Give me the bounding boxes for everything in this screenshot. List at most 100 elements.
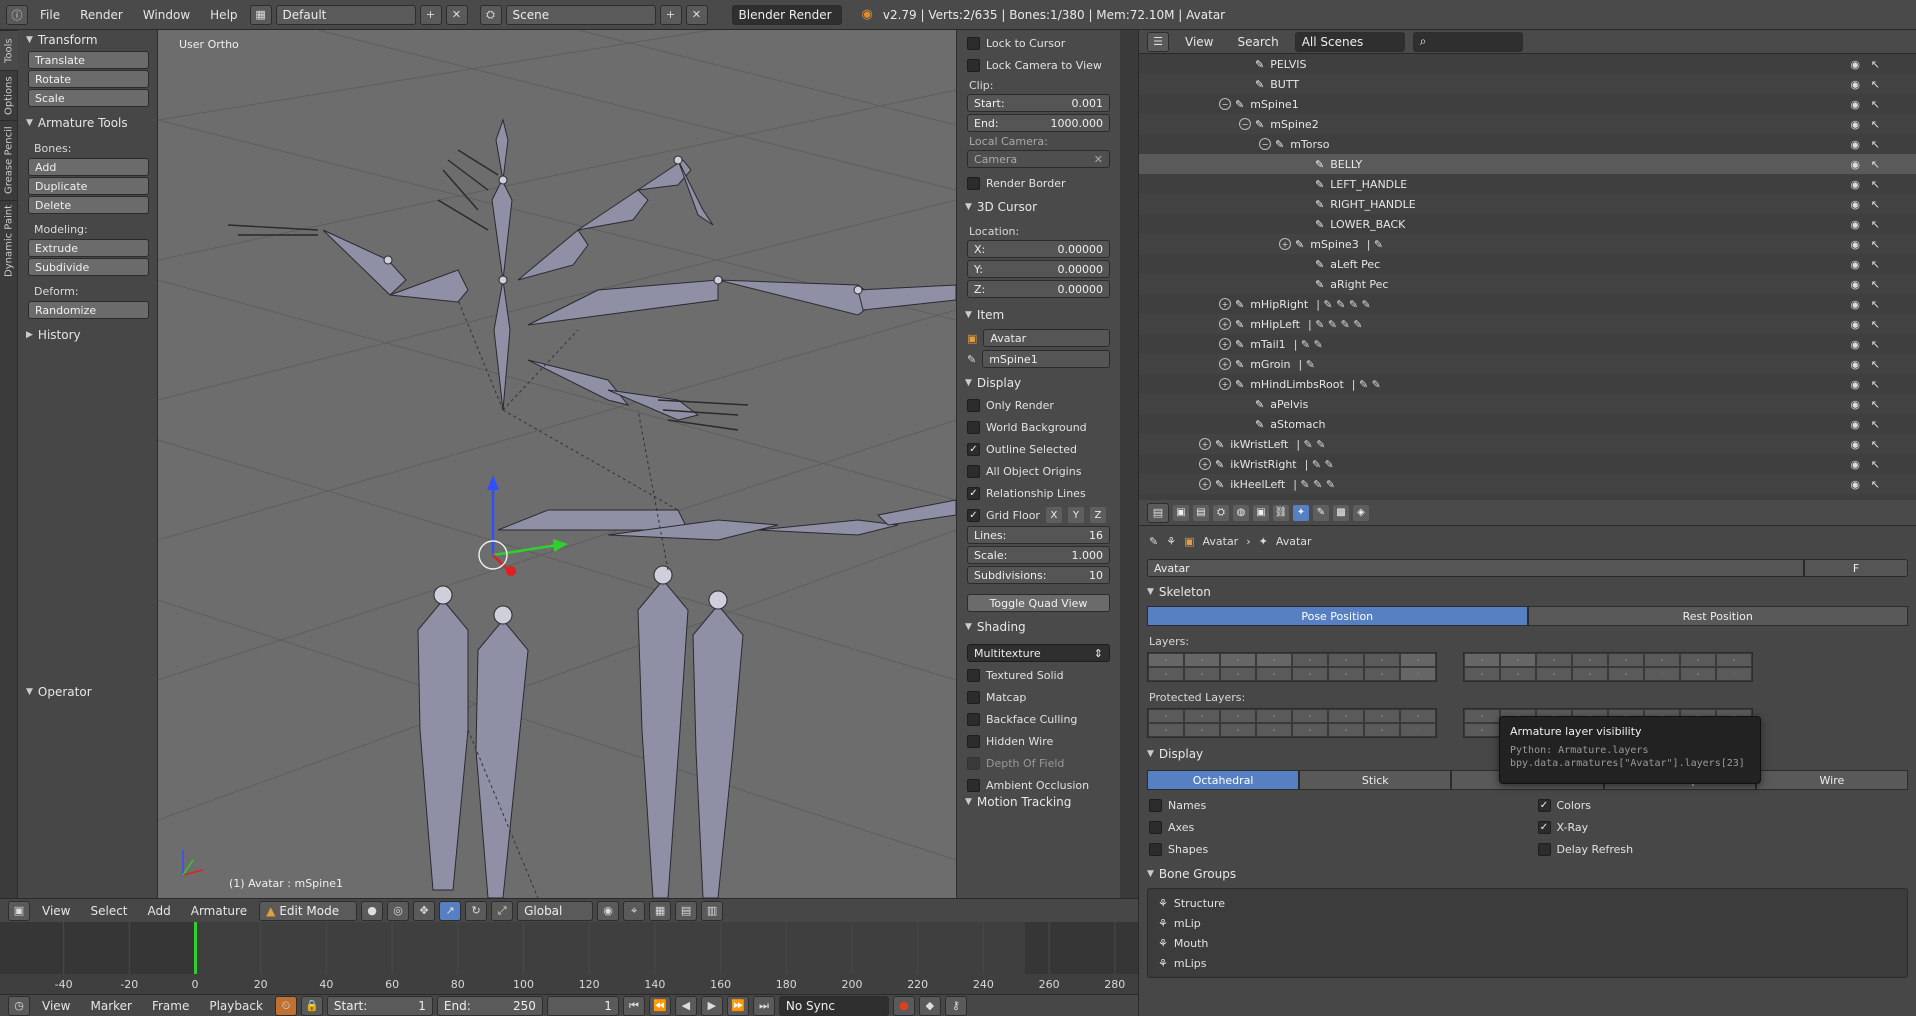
snap-icon[interactable]: ⌖: [623, 900, 646, 921]
subdivide-button[interactable]: Subdivide: [28, 258, 149, 276]
scene-tab-icon[interactable]: ⛭: [1213, 504, 1229, 521]
bone-groups-list[interactable]: ⚘ Structure ⚘ mLip ⚘ Mouth ⚘ mLips: [1147, 888, 1908, 978]
shapes-row[interactable]: Shapes: [1139, 838, 1528, 860]
names-checkbox[interactable]: [1149, 798, 1162, 812]
grid-subdiv-field[interactable]: Subdivisions: 10: [967, 566, 1110, 584]
visibility-eye-icon[interactable]: ◉: [1850, 298, 1860, 311]
shading-mode-select[interactable]: Multitexture ⇕: [967, 644, 1110, 662]
bone-tab-icon[interactable]: ✎: [1313, 504, 1329, 521]
selectability-arrow-icon[interactable]: ↖: [1871, 238, 1880, 251]
selectability-arrow-icon[interactable]: ↖: [1871, 298, 1880, 311]
selectability-arrow-icon[interactable]: ↖: [1871, 378, 1880, 391]
menu-frame[interactable]: Frame: [144, 997, 197, 1015]
expand-toggle-icon[interactable]: +: [1199, 458, 1211, 470]
key-icon[interactable]: ⚷: [944, 995, 967, 1016]
render-tab-icon[interactable]: ▣: [1173, 504, 1189, 521]
expand-toggle-icon[interactable]: +: [1279, 238, 1291, 250]
screen-layout-dropdown[interactable]: Default: [275, 4, 416, 25]
keying-set-icon[interactable]: ◆: [918, 995, 941, 1016]
selectability-arrow-icon[interactable]: ↖: [1871, 318, 1880, 331]
bone-group-item[interactable]: ⚘ Mouth: [1148, 933, 1907, 953]
clip-start-field[interactable]: Start: 0.001: [967, 94, 1110, 112]
timeline-ruler[interactable]: -40 -20 0 20 40 60 80 100 120 140 160 180 200 220 240 2…: [0, 922, 1138, 994]
selectability-arrow-icon[interactable]: ↖: [1871, 478, 1880, 491]
prev-keyframe-icon[interactable]: ⏪: [648, 995, 671, 1016]
outliner-row[interactable]: ✎ LEFT_HANDLE ◉ ↖: [1139, 174, 1916, 194]
only-render-checkbox[interactable]: [967, 398, 980, 412]
selectability-arrow-icon[interactable]: ↖: [1871, 278, 1880, 291]
selectability-arrow-icon[interactable]: ↖: [1871, 338, 1880, 351]
pivot-point-icon[interactable]: ◎: [387, 900, 410, 921]
expand-toggle-icon[interactable]: +: [1219, 338, 1231, 350]
outliner-row[interactable]: ✎ LOWER_BACK ◉ ↖: [1139, 214, 1916, 234]
ao-row[interactable]: Ambient Occlusion: [957, 774, 1120, 796]
all-origins-checkbox[interactable]: [967, 464, 980, 478]
lock-camera-checkbox[interactable]: [967, 58, 980, 72]
outliner-row[interactable]: + ✎ mGroin | ✎ ◉ ↖: [1139, 354, 1916, 374]
expand-toggle-icon[interactable]: +: [1219, 358, 1231, 370]
outliner-row[interactable]: ✎ BUTT ◉ ↖: [1139, 74, 1916, 94]
viewport-shading-icon[interactable]: ●: [361, 900, 384, 921]
outliner-row[interactable]: − ✎ mTorso ◉ ↖: [1139, 134, 1916, 154]
add-layout-icon[interactable]: +: [419, 4, 442, 25]
lock-camera-row[interactable]: Lock Camera to View: [957, 54, 1120, 76]
editor-type-icon[interactable]: ▣: [8, 900, 30, 921]
visibility-eye-icon[interactable]: ◉: [1850, 238, 1860, 251]
cursor-y-field[interactable]: Y: 0.00000: [967, 260, 1110, 278]
outliner-row[interactable]: + ✎ ikWristRight | ✎ ✎ ◉ ↖: [1139, 454, 1916, 474]
world-tab-icon[interactable]: ◍: [1233, 504, 1249, 521]
timeline-editor-icon[interactable]: ◷: [8, 995, 30, 1016]
record-icon[interactable]: ●: [892, 995, 915, 1016]
selectability-arrow-icon[interactable]: ↖: [1871, 438, 1880, 451]
expand-toggle-icon[interactable]: −: [1259, 138, 1271, 150]
rotate-button[interactable]: Rotate: [28, 70, 149, 88]
end-frame-field[interactable]: End: 250: [436, 995, 543, 1016]
visibility-eye-icon[interactable]: ◉: [1850, 258, 1860, 271]
randomize-button[interactable]: Randomize: [28, 301, 149, 319]
all-origins-row[interactable]: All Object Origins: [957, 460, 1120, 482]
visibility-eye-icon[interactable]: ◉: [1850, 138, 1860, 151]
visibility-eye-icon[interactable]: ◉: [1850, 398, 1860, 411]
local-camera-field[interactable]: Camera ✕: [967, 150, 1110, 168]
expand-toggle-icon[interactable]: +: [1219, 318, 1231, 330]
expand-toggle-icon[interactable]: +: [1219, 298, 1231, 310]
only-render-row[interactable]: Only Render: [957, 394, 1120, 416]
tab-options[interactable]: Options: [0, 70, 18, 120]
hidden-wire-checkbox[interactable]: [967, 734, 980, 748]
axes-row[interactable]: Axes: [1139, 816, 1528, 838]
expand-toggle-icon[interactable]: −: [1219, 98, 1231, 110]
translate-manipulator-icon[interactable]: ↗: [439, 900, 462, 921]
bone-groups-header[interactable]: ▼ Bone Groups: [1139, 862, 1916, 886]
lock-cursor-row[interactable]: Lock to Cursor: [957, 32, 1120, 54]
selectability-arrow-icon[interactable]: ↖: [1871, 118, 1880, 131]
render-layers-tab-icon[interactable]: ▤: [1193, 504, 1209, 521]
jump-end-icon[interactable]: ⏭: [752, 995, 775, 1016]
selectability-arrow-icon[interactable]: ↖: [1871, 158, 1880, 171]
remove-scene-icon[interactable]: ✕: [685, 4, 708, 25]
cursor-z-field[interactable]: Z: 0.00000: [967, 280, 1110, 298]
visibility-eye-icon[interactable]: ◉: [1850, 158, 1860, 171]
selectability-arrow-icon[interactable]: ↖: [1871, 418, 1880, 431]
start-frame-field[interactable]: Start: 1: [326, 995, 433, 1016]
ao-checkbox[interactable]: [967, 778, 980, 792]
jump-start-icon[interactable]: ⏮: [622, 995, 645, 1016]
selectability-arrow-icon[interactable]: ↖: [1871, 58, 1880, 71]
expand-toggle-icon[interactable]: +: [1199, 478, 1211, 490]
screen-layout-icon[interactable]: ▦: [249, 4, 272, 25]
outliner-row[interactable]: + ✎ ikWristLeft | ✎ ✎ ◉ ↖: [1139, 434, 1916, 454]
mode-dropdown[interactable]: ▲ Edit Mode: [259, 900, 358, 921]
shapes-checkbox[interactable]: [1149, 842, 1162, 856]
visibility-eye-icon[interactable]: ◉: [1850, 378, 1860, 391]
duplicate-button[interactable]: Duplicate: [28, 177, 149, 195]
menu-file[interactable]: File: [32, 6, 68, 24]
grid-y-toggle[interactable]: Y: [1067, 507, 1084, 523]
cursor-x-field[interactable]: X: 0.00000: [967, 240, 1110, 258]
object-name-field[interactable]: Avatar: [983, 329, 1110, 347]
armature-tools-header[interactable]: ▼ Armature Tools: [18, 113, 157, 133]
rest-position-button[interactable]: Rest Position: [1527, 606, 1908, 626]
draw-stick-button[interactable]: Stick: [1299, 770, 1452, 790]
3d-cursor-header[interactable]: ▼ 3D Cursor: [957, 196, 1120, 218]
textured-solid-checkbox[interactable]: [967, 668, 980, 682]
visibility-eye-icon[interactable]: ◉: [1850, 478, 1860, 491]
operator-panel-header[interactable]: ▼ Operator: [18, 682, 92, 702]
